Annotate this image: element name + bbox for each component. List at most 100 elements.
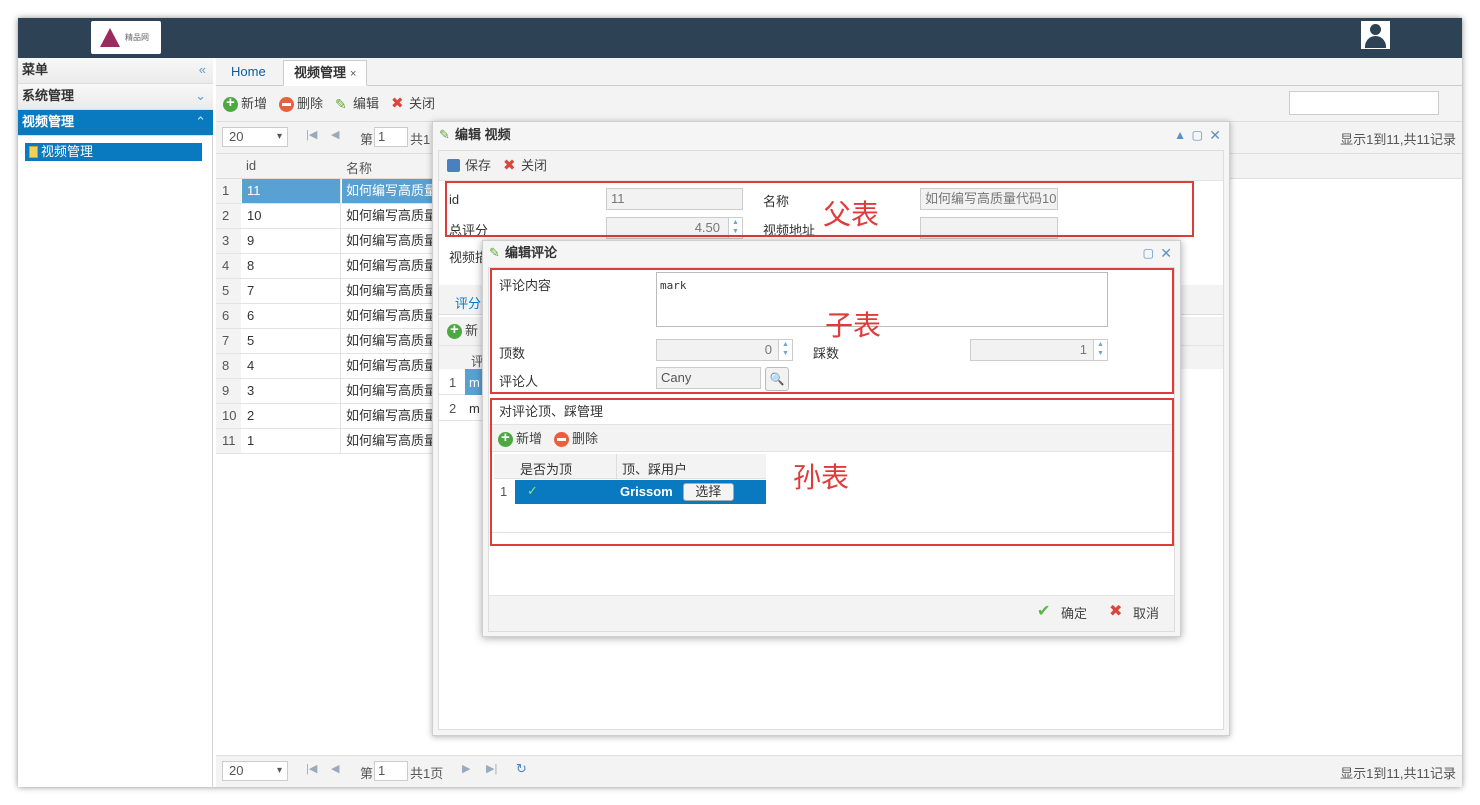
cell-name: 如何编写高质量代码: [346, 358, 436, 373]
sidebar-group-system[interactable]: 系统管理 ⌄: [18, 84, 213, 110]
tab-home[interactable]: Home: [221, 60, 276, 86]
page-size-value: 20: [229, 129, 244, 144]
row-cell: m: [469, 401, 480, 416]
dialog-title: 编辑 视频: [455, 127, 511, 142]
column-header-id[interactable]: id: [246, 158, 256, 173]
last-page-icon[interactable]: ▶|: [486, 762, 497, 775]
collapse-sidebar-icon[interactable]: «: [199, 58, 206, 82]
cancel-label: 取消: [1133, 606, 1160, 621]
toolbar: 新增 删除 编辑 关闭: [216, 86, 1462, 122]
page-size-select[interactable]: 20: [222, 127, 288, 147]
cell-name: 如何编写高质量代码: [346, 383, 436, 398]
sidebar-group-label: 视频管理: [22, 114, 75, 129]
table-row[interactable]: 102 如何编写高质量代码: [216, 404, 436, 429]
parent-annotation: 父表: [823, 198, 880, 231]
add-button[interactable]: 新增: [223, 94, 267, 113]
cell-id: 7: [242, 279, 341, 303]
page-total: 共1: [410, 132, 431, 147]
cell-id: 11: [242, 179, 341, 203]
page-number-input[interactable]: 1: [374, 127, 408, 147]
add-comment-button[interactable]: 新: [447, 321, 479, 340]
ok-button[interactable]: ✔ 确定: [1037, 603, 1087, 623]
collapse-icon[interactable]: ⌃: [195, 110, 206, 134]
cell-id: 6: [242, 304, 341, 328]
cell-name: 如何编写高质量代码: [342, 179, 436, 203]
edit-button[interactable]: 编辑: [335, 95, 379, 113]
delete-button[interactable]: 删除: [279, 95, 323, 113]
prev-page-icon[interactable]: ◀: [331, 762, 339, 775]
tab-comments[interactable]: 评分: [455, 293, 481, 312]
close-label: 关闭: [521, 158, 548, 173]
table-row[interactable]: 48 如何编写高质量代码: [216, 254, 436, 279]
row-number: 2: [216, 204, 241, 228]
table-row[interactable]: 75 如何编写高质量代码: [216, 329, 436, 354]
cell-name: 如何编写高质量代码: [346, 308, 436, 323]
cancel-button[interactable]: 取消: [1109, 605, 1159, 623]
row-number: 4: [216, 254, 241, 278]
sidebar-item-label: 视频管理: [41, 144, 94, 159]
page-size-value: 20: [229, 763, 244, 778]
column-header-name[interactable]: 名称: [346, 158, 372, 177]
cell-id: 2: [242, 404, 341, 428]
add-label: 新: [465, 323, 479, 338]
edit-icon: ✎: [489, 245, 500, 260]
tab-label: Home: [231, 64, 266, 79]
page-total: 共1页: [410, 766, 444, 781]
table-row[interactable]: 66 如何编写高质量代码: [216, 304, 436, 329]
prev-page-icon[interactable]: ◀: [331, 128, 339, 141]
close-tab-icon[interactable]: ×: [350, 68, 356, 80]
parent-table-highlight: [445, 181, 1194, 237]
dialog-toolbar: 保存 关闭: [439, 151, 1223, 181]
row-number: 3: [216, 229, 241, 253]
page-number: 1: [378, 763, 386, 778]
dialog-title-bar: ✎ 编辑 视频 ▲ ▢ ✕: [433, 122, 1229, 148]
expand-icon[interactable]: ⌄: [195, 84, 206, 108]
tab-video-manage[interactable]: 视频管理 ×: [283, 60, 368, 86]
grandchild-annotation: 孙表: [793, 461, 850, 494]
save-button[interactable]: 保存: [447, 157, 491, 175]
page-number: 1: [378, 129, 386, 144]
close-button[interactable]: 关闭: [503, 157, 547, 175]
first-page-icon[interactable]: |◀: [306, 762, 317, 775]
table-row[interactable]: 210 如何编写高质量代码: [216, 204, 436, 229]
maximize-icon[interactable]: ▢: [1143, 241, 1154, 265]
user-avatar-icon[interactable]: [1361, 21, 1390, 49]
cell-name: 如何编写高质量代码: [346, 258, 436, 273]
close-label: 关闭: [409, 96, 436, 111]
next-page-icon[interactable]: ▶: [462, 762, 470, 775]
refresh-icon[interactable]: ↻: [516, 761, 527, 777]
sidebar-group-label: 系统管理: [22, 88, 75, 103]
cell-id: 10: [242, 204, 341, 228]
row-number: 2: [449, 401, 457, 416]
row-number: 1: [449, 375, 457, 390]
page-label: 第: [360, 132, 374, 147]
sidebar: 菜单 « 系统管理 ⌄ 视频管理 ⌃ 视频管理: [18, 58, 213, 787]
row-number: 10: [216, 404, 241, 428]
maximize-icon[interactable]: ▢: [1192, 122, 1203, 148]
sidebar-item-video-manage[interactable]: 视频管理: [25, 143, 202, 161]
page-number-input[interactable]: 1: [374, 761, 408, 781]
logo-text: 精品网: [125, 33, 149, 42]
close-button[interactable]: 关闭: [391, 95, 435, 113]
close-icon[interactable]: ✕: [1160, 241, 1172, 265]
cell-id: 9: [242, 229, 341, 253]
page-size-select[interactable]: 20: [222, 761, 288, 781]
collapse-icon[interactable]: ▲: [1174, 122, 1186, 148]
table-row[interactable]: 93 如何编写高质量代码: [216, 379, 436, 404]
search-input[interactable]: [1289, 91, 1439, 115]
first-page-icon[interactable]: |◀: [306, 128, 317, 141]
table-row[interactable]: 111如何编写高质量代码: [216, 429, 436, 454]
table-row[interactable]: 57 如何编写高质量代码: [216, 279, 436, 304]
sidebar-group-video[interactable]: 视频管理 ⌃: [18, 110, 213, 136]
table-row[interactable]: 111如何编写高质量代码: [216, 179, 436, 204]
cell-name: 如何编写高质量代码: [346, 408, 436, 423]
close-icon[interactable]: ✕: [1209, 122, 1221, 148]
edit-label: 编辑: [353, 96, 380, 111]
table-row[interactable]: 84 如何编写高质量代码: [216, 354, 436, 379]
pager-info: 显示1到11,共11记录: [1340, 132, 1456, 147]
dialog-footer: ✔ 确定 取消: [489, 595, 1174, 631]
tab-strip: Home 视频管理 ×: [216, 58, 1462, 86]
table-row[interactable]: 39 如何编写高质量代码: [216, 229, 436, 254]
pager-info: 显示1到11,共11记录: [1340, 766, 1456, 781]
cell-id: 4: [242, 354, 341, 378]
